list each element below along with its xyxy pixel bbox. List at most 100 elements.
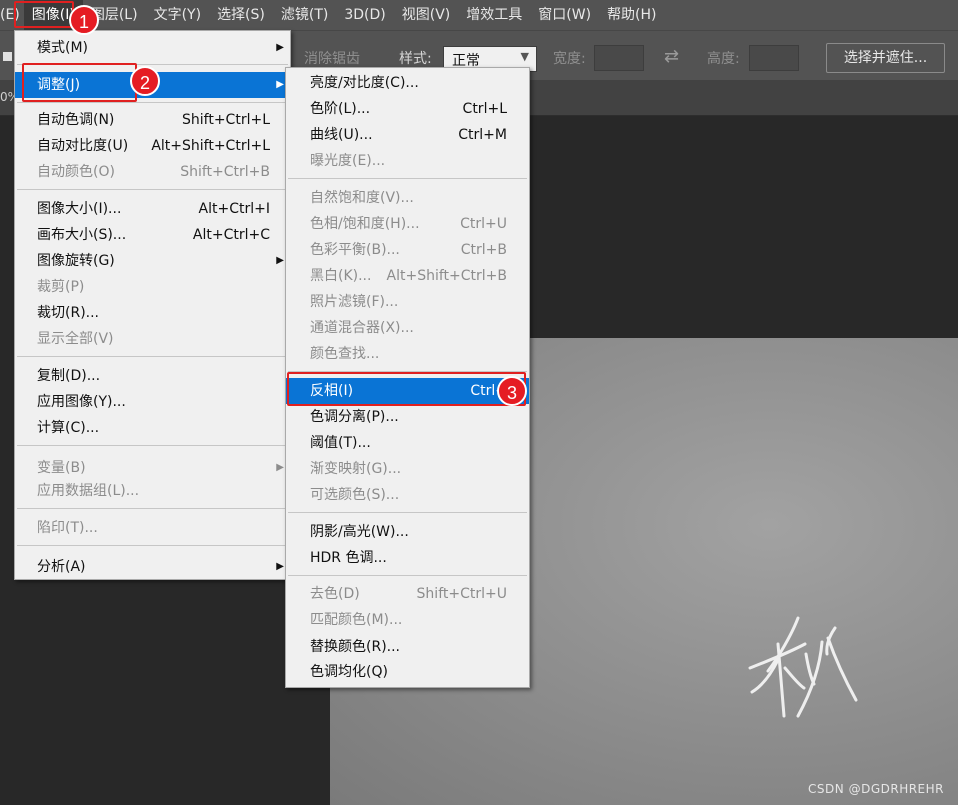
menu-item-photo-filter[interactable]: 照片滤镜(F)... xyxy=(286,289,529,315)
menu-item-apply-image[interactable]: 应用图像(Y)... xyxy=(15,389,290,415)
menu-item-channel-mixer[interactable]: 通道混合器(X)... xyxy=(286,315,529,341)
menu-divider xyxy=(17,508,288,509)
submenu-arrow-icon: ▶ xyxy=(276,255,284,266)
menu-item-mode[interactable]: 模式(M) ▶ xyxy=(15,35,290,61)
submenu-arrow-icon: ▶ xyxy=(276,79,284,90)
height-field[interactable] xyxy=(749,45,799,71)
menu-help[interactable]: 帮助(H) xyxy=(599,0,664,30)
menu-item-label: 色调均化(Q) xyxy=(310,664,388,680)
menu-item-label: 图像大小(I)... xyxy=(37,201,122,217)
menu-divider xyxy=(17,545,288,546)
menu-view[interactable]: 视图(V) xyxy=(394,0,459,30)
menu-item-curves[interactable]: 曲线(U)... Ctrl+M xyxy=(286,122,529,148)
menu-item-brightness-contrast[interactable]: 亮度/对比度(C)... xyxy=(286,70,529,96)
menu-item-label: 复制(D)... xyxy=(37,368,101,384)
menu-item-black-white[interactable]: 黑白(K)... Alt+Shift+Ctrl+B xyxy=(286,263,529,289)
menu-item-color-lookup[interactable]: 颜色查找... xyxy=(286,341,529,367)
menu-item-canvas-size[interactable]: 画布大小(S)... Alt+Ctrl+C xyxy=(15,222,290,248)
menu-item-shadows-highlights[interactable]: 阴影/高光(W)... xyxy=(286,519,529,545)
watermark-text: CSDN @DGDRHREHR xyxy=(808,782,944,796)
menu-item-label: 曝光度(E)... xyxy=(310,153,386,169)
menu-item-trim[interactable]: 裁切(R)... xyxy=(15,300,290,326)
select-and-mask-button[interactable]: 选择并遮住... xyxy=(826,43,945,73)
menu-item-label: 替换颜色(R)... xyxy=(310,639,401,655)
menu-item-shortcut: Shift+Ctrl+B xyxy=(180,164,270,180)
menu-item-desaturate[interactable]: 去色(D) Shift+Ctrl+U xyxy=(286,581,529,607)
menu-item-color-balance[interactable]: 色彩平衡(B)... Ctrl+B xyxy=(286,237,529,263)
menu-item-calculations[interactable]: 计算(C)... xyxy=(15,415,290,441)
menu-item-hue-saturation[interactable]: 色相/饱和度(H)... Ctrl+U xyxy=(286,211,529,237)
menu-select[interactable]: 选择(S) xyxy=(209,0,273,30)
menu-item-label: 匹配颜色(M)... xyxy=(310,612,403,628)
menu-type[interactable]: 文字(Y) xyxy=(146,0,209,30)
antialias-checkbox-label[interactable]: 消除锯齿 xyxy=(304,48,360,68)
menu-item-label: 阴影/高光(W)... xyxy=(310,524,409,540)
menu-item-shortcut: Ctrl+L xyxy=(462,101,507,117)
menu-item-replace-color[interactable]: 替换颜色(R)... xyxy=(286,634,529,660)
menu-item-reveal-all[interactable]: 显示全部(V) xyxy=(15,326,290,352)
menu-item-shortcut: Alt+Ctrl+I xyxy=(198,201,270,217)
image-menu: 模式(M) ▶ 调整(J) ▶ 自动色调(N) Shift+Ctrl+L 自动对… xyxy=(14,30,291,580)
menu-item-match-color[interactable]: 匹配颜色(M)... xyxy=(286,607,529,633)
menu-item-label: 色相/饱和度(H)... xyxy=(310,216,420,232)
menu-item-posterize[interactable]: 色调分离(P)... xyxy=(286,404,529,430)
menu-item-label: 裁切(R)... xyxy=(37,305,100,321)
menu-item-label: 应用图像(Y)... xyxy=(37,394,126,410)
menu-divider xyxy=(288,575,527,576)
menu-item-label: 图像旋转(G) xyxy=(37,253,115,269)
menu-item-shortcut: Alt+Shift+Ctrl+L xyxy=(151,138,270,154)
annotation-badge-1: 1 xyxy=(69,5,99,35)
menu-item-label: 色阶(L)... xyxy=(310,101,371,117)
menu-item-shortcut: Alt+Ctrl+C xyxy=(192,227,270,243)
width-field[interactable] xyxy=(594,45,644,71)
menu-divider xyxy=(17,189,288,190)
menu-item-trap[interactable]: 陷印(T)... xyxy=(15,515,290,541)
menu-item-levels[interactable]: 色阶(L)... Ctrl+L xyxy=(286,96,529,122)
menu-item-label: 曲线(U)... xyxy=(310,127,373,143)
menu-item-label: 模式(M) xyxy=(37,40,89,56)
menu-item-shortcut: Alt+Shift+Ctrl+B xyxy=(386,268,507,284)
annotation-box-adjustments xyxy=(22,63,137,102)
menu-item-auto-color[interactable]: 自动颜色(O) Shift+Ctrl+B xyxy=(15,159,290,185)
menu-item-label: 颜色查找... xyxy=(310,346,380,362)
menu-item-label: HDR 色调... xyxy=(310,550,387,566)
menu-item-auto-contrast[interactable]: 自动对比度(U) Alt+Shift+Ctrl+L xyxy=(15,133,290,159)
menu-item-apply-data-set[interactable]: 应用数据组(L)... xyxy=(15,478,290,504)
menu-item-label: 裁剪(P) xyxy=(37,279,85,295)
menu-item-label: 黑白(K)... xyxy=(310,268,372,284)
menu-item-label: 自动对比度(U) xyxy=(37,138,129,154)
menu-item-selective-color[interactable]: 可选颜色(S)... xyxy=(286,482,529,508)
menu-item-label: 照片滤镜(F)... xyxy=(310,294,399,310)
menu-item-label: 亮度/对比度(C)... xyxy=(310,75,419,91)
menu-item-label: 自动色调(N) xyxy=(37,112,115,128)
menu-item-image-rotation[interactable]: 图像旋转(G) ▶ xyxy=(15,248,290,274)
menu-divider xyxy=(17,356,288,357)
chevron-down-icon: ▼ xyxy=(520,50,529,63)
height-label: 高度: xyxy=(707,51,740,67)
menu-item-duplicate[interactable]: 复制(D)... xyxy=(15,363,290,389)
menu-item-exposure[interactable]: 曝光度(E)... xyxy=(286,148,529,174)
menu-filter[interactable]: 滤镜(T) xyxy=(273,0,336,30)
menu-item-crop[interactable]: 裁剪(P) xyxy=(15,274,290,300)
swap-arrows-icon[interactable]: ⇄ xyxy=(664,46,679,67)
menu-plugins[interactable]: 增效工具 xyxy=(458,0,530,30)
menu-3d[interactable]: 3D(D) xyxy=(336,0,393,30)
menu-item-analysis[interactable]: 分析(A) ▶ xyxy=(15,554,290,580)
submenu-arrow-icon: ▶ xyxy=(276,42,284,53)
menu-divider xyxy=(288,512,527,513)
menu-item-vibrance[interactable]: 自然饱和度(V)... xyxy=(286,185,529,211)
menu-item-label: 色调分离(P)... xyxy=(310,409,399,425)
menu-item-auto-tone[interactable]: 自动色调(N) Shift+Ctrl+L xyxy=(15,107,290,133)
menu-item-gradient-map[interactable]: 渐变映射(G)... xyxy=(286,456,529,482)
menu-window[interactable]: 窗口(W) xyxy=(530,0,599,30)
menu-item-shortcut: Ctrl+U xyxy=(460,216,507,232)
menu-item-shortcut: Ctrl+B xyxy=(460,242,507,258)
menu-item-label: 自动颜色(O) xyxy=(37,164,115,180)
annotation-box-image-menu xyxy=(14,1,74,28)
style-label: 样式: xyxy=(399,51,432,67)
menu-item-equalize[interactable]: 色调均化(Q) xyxy=(286,659,529,685)
menu-item-threshold[interactable]: 阈值(T)... xyxy=(286,430,529,456)
menu-item-image-size[interactable]: 图像大小(I)... Alt+Ctrl+I xyxy=(15,196,290,222)
menu-item-hdr-toning[interactable]: HDR 色调... xyxy=(286,545,529,571)
tool-preset-icon[interactable] xyxy=(3,52,12,61)
